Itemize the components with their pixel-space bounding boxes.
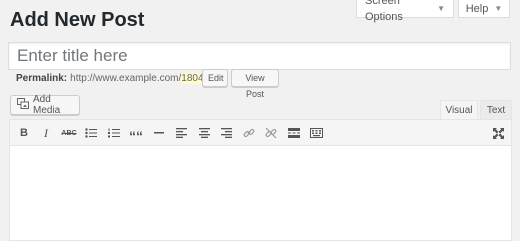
add-media-label: Add Media bbox=[33, 94, 61, 116]
toolbar-toggle-icon[interactable] bbox=[307, 125, 325, 141]
tab-visual[interactable]: Visual bbox=[440, 100, 478, 120]
remove-link-icon[interactable] bbox=[262, 125, 280, 141]
bold-icon[interactable]: B bbox=[15, 125, 33, 141]
screen-options-button[interactable]: Screen Options ▼ bbox=[356, 0, 454, 23]
permalink-label: Permalink: bbox=[16, 73, 68, 84]
align-right-icon[interactable] bbox=[217, 125, 235, 141]
media-icon bbox=[17, 98, 29, 112]
permalink-slug: 1804 bbox=[181, 73, 204, 84]
help-label: Help bbox=[465, 2, 489, 15]
editor-toolbar: B I ABC ““ bbox=[10, 120, 511, 146]
post-title-placeholder: Enter title here bbox=[17, 46, 128, 65]
chevron-down-icon: ▼ bbox=[437, 3, 445, 13]
italic-icon[interactable]: I bbox=[37, 125, 55, 141]
insert-link-icon[interactable] bbox=[240, 125, 258, 141]
help-button[interactable]: Help ▼ bbox=[458, 0, 510, 18]
content-editor: B I ABC ““ bbox=[9, 119, 512, 241]
read-more-icon[interactable] bbox=[285, 125, 303, 141]
tab-text[interactable]: Text bbox=[480, 100, 512, 120]
chevron-down-icon: ▼ bbox=[494, 3, 503, 13]
permalink-base-url: http://www.example.com/ bbox=[70, 73, 182, 84]
view-post-button[interactable]: View Post bbox=[231, 69, 279, 99]
blockquote-icon[interactable]: ““ bbox=[127, 125, 145, 143]
page-title: Add New Post bbox=[10, 9, 145, 31]
add-media-button[interactable]: Add Media bbox=[10, 94, 80, 116]
screen-options-label: Screen Options bbox=[365, 0, 403, 23]
align-center-icon[interactable] bbox=[195, 125, 213, 141]
horizontal-rule-icon[interactable] bbox=[150, 125, 168, 141]
align-left-icon[interactable] bbox=[172, 125, 190, 141]
bullet-list-icon[interactable] bbox=[82, 125, 100, 141]
edit-permalink-button[interactable]: Edit bbox=[202, 69, 228, 87]
permalink-row: Permalink: http://www.example.com/ 1804 … bbox=[16, 71, 206, 86]
editor-content-area[interactable] bbox=[10, 146, 511, 240]
post-title-input[interactable]: Enter title here bbox=[8, 42, 511, 70]
fullscreen-icon[interactable] bbox=[489, 125, 507, 141]
numbered-list-icon[interactable] bbox=[105, 125, 123, 141]
strikethrough-icon[interactable]: ABC bbox=[60, 125, 78, 141]
